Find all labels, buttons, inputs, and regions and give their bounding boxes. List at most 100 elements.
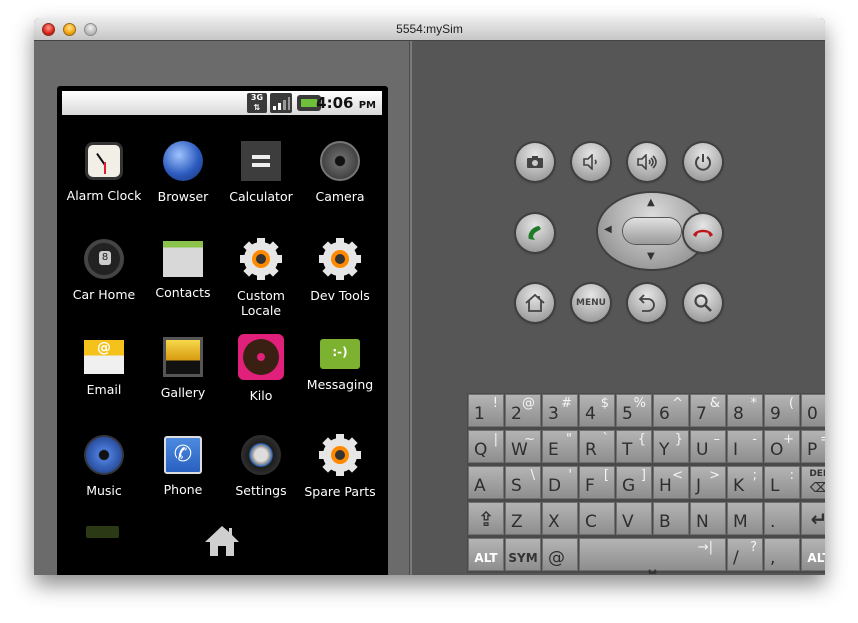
dpad-left-button[interactable]: ◀ <box>604 224 612 235</box>
key-1[interactable]: 1! <box>468 394 504 427</box>
key-e[interactable]: E " <box>542 430 578 463</box>
key-delete[interactable]: DEL ⌫ <box>801 466 825 499</box>
back-arrow-icon <box>638 294 655 312</box>
key-enter[interactable]: ↵ <box>801 502 825 535</box>
menu-button[interactable]: MENU <box>572 284 610 322</box>
key-space[interactable]: ⎵ →| <box>579 538 726 574</box>
key-comma[interactable]: , <box>764 538 800 571</box>
back-button[interactable] <box>628 284 666 322</box>
key-primary-label: 9 <box>770 404 781 424</box>
key-3[interactable]: 3 # <box>542 394 578 427</box>
key-8[interactable]: 8 * <box>727 394 763 427</box>
shift-icon: ⇪ <box>477 507 495 531</box>
key-i[interactable]: I- <box>727 430 763 463</box>
app-music[interactable]: Music <box>64 432 144 498</box>
key-h[interactable]: H < <box>653 466 689 499</box>
key-g[interactable]: G] <box>616 466 652 499</box>
key-u[interactable]: U – <box>690 430 726 463</box>
key-x[interactable]: X <box>542 502 578 535</box>
key-5[interactable]: 5% <box>616 394 652 427</box>
home-icon[interactable] <box>203 524 241 558</box>
key-alt-label: ; <box>752 468 757 483</box>
key-r[interactable]: R ` <box>579 430 615 463</box>
key-9[interactable]: 9( <box>764 394 800 427</box>
dpad-center-button[interactable] <box>623 218 681 244</box>
app-spare-parts[interactable]: Spare Parts <box>300 432 380 499</box>
key-primary-label: 4 <box>585 404 596 424</box>
app-car-home[interactable]: Car Home <box>64 236 144 302</box>
app-settings[interactable]: Settings <box>221 432 301 498</box>
key-j[interactable]: J > <box>690 466 726 499</box>
volume-down-button[interactable] <box>572 143 610 181</box>
key-sym[interactable]: SYM <box>505 538 541 571</box>
key-primary-label: I <box>733 440 739 460</box>
app-gallery[interactable]: Gallery <box>143 334 223 400</box>
app-label: Calculator <box>229 189 293 204</box>
key-alt-label: * <box>750 396 758 411</box>
app-email[interactable]: Email <box>64 334 144 397</box>
globe-icon <box>163 141 203 181</box>
key-alt-left[interactable]: ALT <box>468 538 504 571</box>
key-o[interactable]: O + <box>764 430 800 463</box>
key-.[interactable]: . <box>764 502 800 535</box>
key-l[interactable]: L: <box>764 466 800 499</box>
key-at[interactable]: @ <box>542 538 578 571</box>
status-bar[interactable]: 3G ⇅ 4:06 PM <box>62 91 382 115</box>
app-dev-tools[interactable]: Dev Tools <box>300 236 380 303</box>
phone-handset-icon: ✆ <box>164 436 202 474</box>
android-widget[interactable] <box>86 526 119 538</box>
volume-up-button[interactable] <box>628 143 666 181</box>
key-4[interactable]: 4 $ <box>579 394 615 427</box>
end-call-button[interactable] <box>684 214 722 252</box>
app-camera[interactable]: Camera <box>300 138 380 204</box>
camera-button[interactable] <box>516 143 554 181</box>
power-button[interactable] <box>684 143 722 181</box>
calculator-icon <box>241 141 281 181</box>
key-slash[interactable]: /? <box>727 538 763 571</box>
steering-wheel-icon <box>84 239 124 279</box>
app-calculator[interactable]: Calculator <box>221 138 301 204</box>
title-bar[interactable]: 5554:mySim <box>34 18 825 41</box>
key-v[interactable]: V <box>616 502 652 535</box>
home-button[interactable] <box>516 284 554 322</box>
key-y[interactable]: Y} <box>653 430 689 463</box>
app-phone[interactable]: ✆ Phone <box>143 432 223 497</box>
app-browser[interactable]: Browser <box>143 138 223 204</box>
key-primary-label: R <box>585 440 597 460</box>
key-2[interactable]: 2 @ <box>505 394 541 427</box>
key-0[interactable]: 0) <box>801 394 825 427</box>
key-n[interactable]: N <box>690 502 726 535</box>
call-button[interactable] <box>516 214 554 252</box>
key-s[interactable]: S \ <box>505 466 541 499</box>
app-contacts[interactable]: Contacts <box>143 236 223 300</box>
dpad-down-button[interactable]: ▼ <box>647 251 655 262</box>
signal-strength-icon <box>270 93 292 113</box>
key-a[interactable]: A <box>468 466 504 499</box>
key-p[interactable]: P= <box>801 430 825 463</box>
key-f[interactable]: F[ <box>579 466 615 499</box>
app-custom-locale[interactable]: Custom Locale <box>221 236 301 318</box>
key-b[interactable]: B <box>653 502 689 535</box>
camera-icon <box>527 156 543 168</box>
donut-icon <box>238 334 284 380</box>
key-alt-right[interactable]: ALT <box>801 538 825 571</box>
key-6[interactable]: 6 ^ <box>653 394 689 427</box>
search-button[interactable] <box>684 284 722 322</box>
dpad-up-button[interactable]: ▲ <box>647 197 655 208</box>
key-shift[interactable]: ⇪ <box>468 502 504 535</box>
key-z[interactable]: Z <box>505 502 541 535</box>
key-w[interactable]: W ~ <box>505 430 541 463</box>
app-label: Camera <box>315 189 365 204</box>
key-7[interactable]: 7 & <box>690 394 726 427</box>
key-c[interactable]: C <box>579 502 615 535</box>
app-alarm-clock[interactable]: Alarm Clock <box>64 138 144 203</box>
key-q[interactable]: Q | <box>468 430 504 463</box>
key-primary-label: H <box>659 476 672 496</box>
key-d[interactable]: D ' <box>542 466 578 499</box>
key-m[interactable]: M <box>727 502 763 535</box>
key-t[interactable]: T{ <box>616 430 652 463</box>
key-k[interactable]: K; <box>727 466 763 499</box>
app-kilo[interactable]: Kilo <box>221 334 301 403</box>
app-messaging[interactable]: Messaging <box>300 334 380 392</box>
phone-screen[interactable]: 3G ⇅ 4:06 PM Alarm Clock Browser Calculat… <box>57 86 388 575</box>
